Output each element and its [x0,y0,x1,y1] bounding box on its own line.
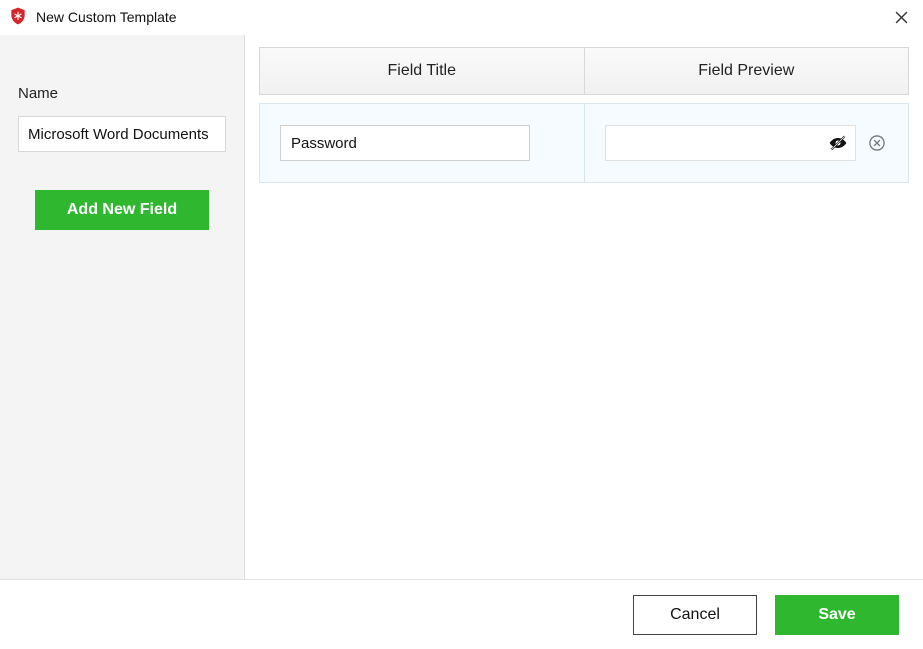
titlebar: New Custom Template [0,0,923,34]
field-preview-cell [584,104,909,182]
sidebar: Name Add New Field [0,35,245,579]
close-icon [895,11,908,24]
delete-circle-icon [867,133,887,153]
name-label: Name [18,85,226,102]
main-panel: Field Title Field Preview [245,35,923,579]
window-title: New Custom Template [36,9,177,25]
app-shield-icon [8,6,28,29]
template-name-input[interactable] [18,116,226,152]
field-title-input[interactable] [280,125,530,161]
footer: Cancel Save [0,579,923,649]
delete-field-button[interactable] [866,132,888,154]
content-area: Name Add New Field Field Title Field Pre… [0,34,923,579]
fields-table-header: Field Title Field Preview [259,47,909,95]
field-row [259,103,909,183]
field-title-cell [260,104,584,182]
save-button[interactable]: Save [775,595,899,635]
close-button[interactable] [889,5,913,29]
column-header-field-preview: Field Preview [584,48,909,94]
titlebar-left: New Custom Template [8,6,177,29]
cancel-button[interactable]: Cancel [633,595,757,635]
add-new-field-button[interactable]: Add New Field [35,190,209,230]
field-preview-input[interactable] [605,125,857,161]
toggle-visibility-button[interactable] [828,133,848,153]
eye-off-icon [828,133,848,153]
column-header-field-title: Field Title [260,48,584,94]
preview-input-wrap [605,125,857,161]
